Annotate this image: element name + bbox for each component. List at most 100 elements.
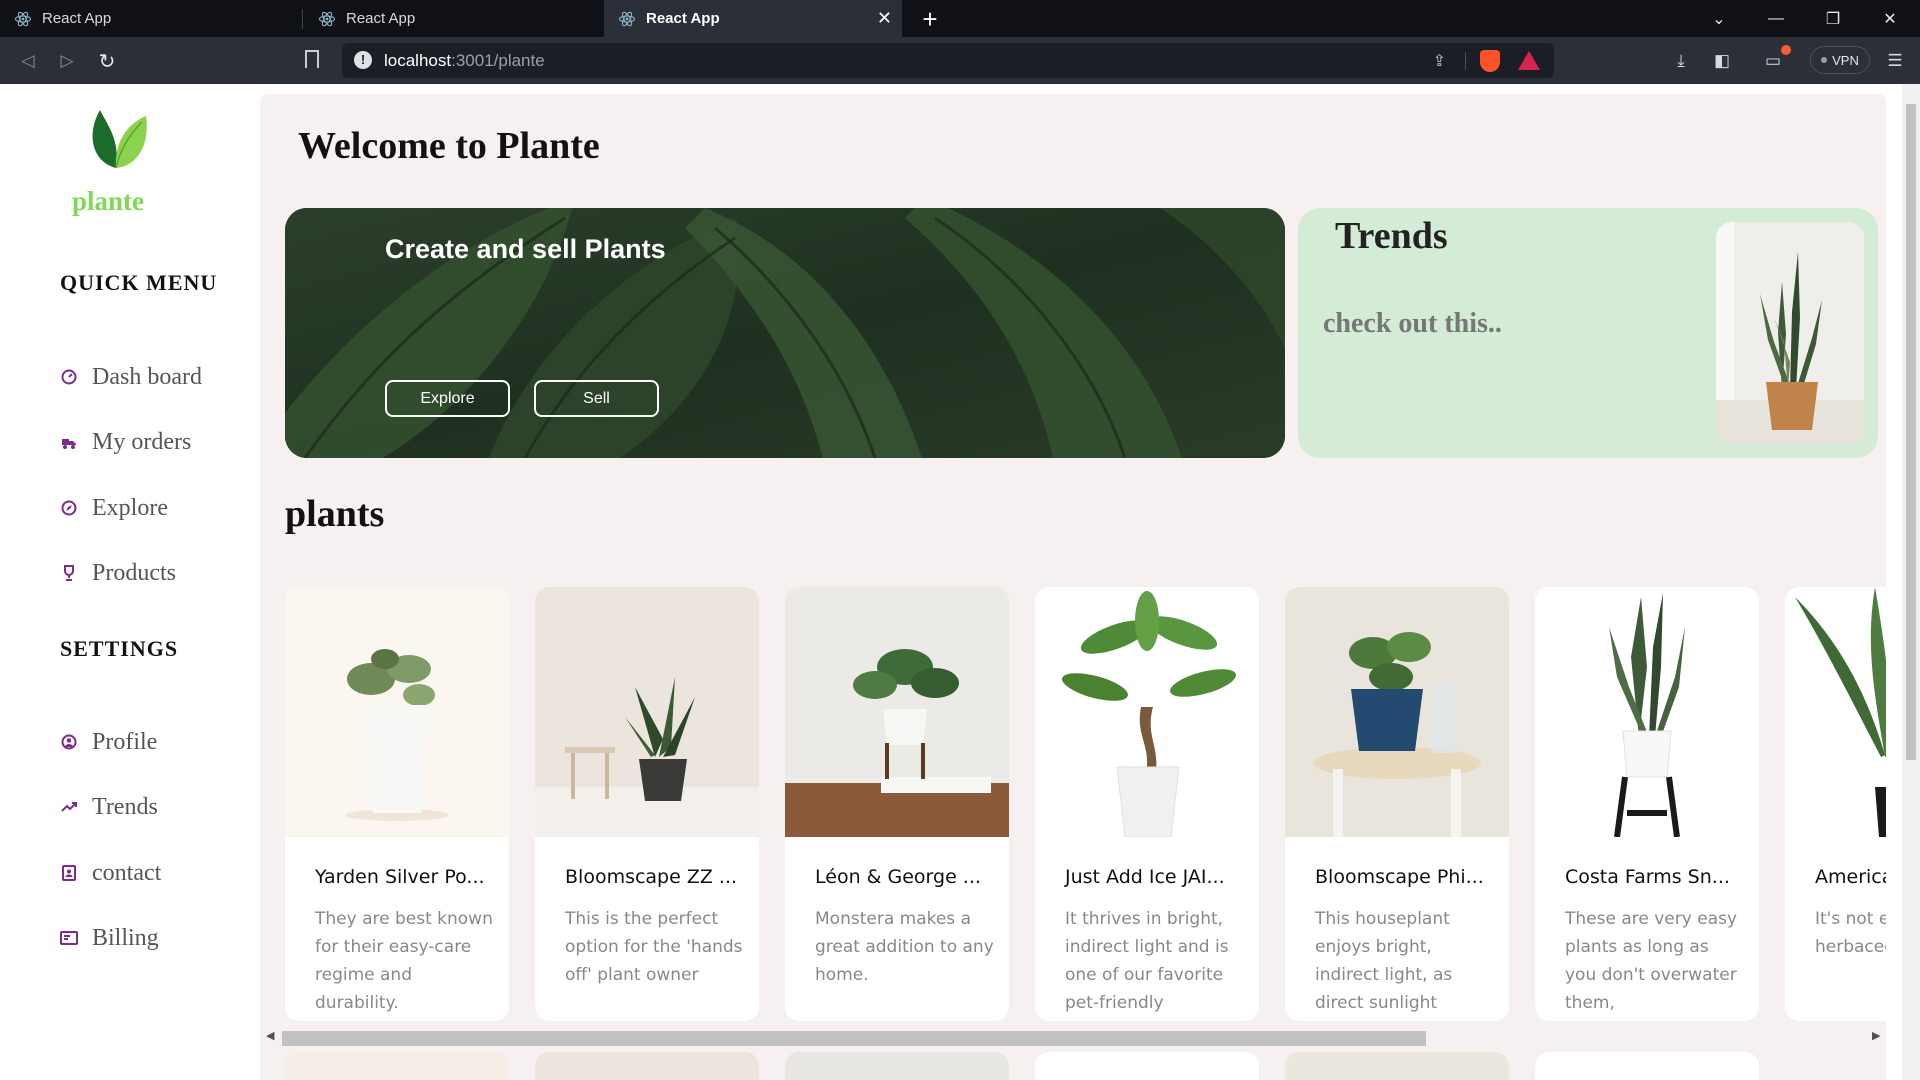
tab-title: React App <box>346 10 416 27</box>
scroll-left-icon[interactable]: ◀ <box>266 1029 274 1042</box>
trends-subtitle: check out this.. <box>1323 308 1502 339</box>
page-title: Welcome to Plante <box>298 125 600 167</box>
plante-logo-icon[interactable] <box>86 104 148 172</box>
sidebar-item-billing[interactable]: Billing <box>60 923 159 953</box>
sidebar-item-contact[interactable]: contact <box>60 858 161 888</box>
forward-icon[interactable]: ▷ <box>53 47 81 75</box>
browser-tab-active[interactable]: React App ✕ <box>604 0 902 37</box>
plant-card[interactable]: Léon & George ... Monstera makes a great… <box>785 587 1009 1021</box>
trends-card[interactable]: Trends check out this.. <box>1298 208 1878 458</box>
site-info-icon[interactable]: ! <box>354 51 372 69</box>
tab-search-chevron-icon[interactable]: ⌄ <box>1696 0 1742 37</box>
share-icon[interactable]: ⇪ <box>1433 51 1446 71</box>
sidebar-toggle-icon[interactable]: ◧ <box>1709 48 1735 74</box>
plant-name: Costa Farms Sn... <box>1565 866 1730 888</box>
plant-card-partial[interactable] <box>1535 1052 1759 1080</box>
plant-card-list: Yarden Silver Po... They are best known … <box>285 587 1886 1023</box>
sell-button[interactable]: Sell <box>534 380 659 417</box>
bookmark-icon[interactable] <box>305 50 319 68</box>
plant-card-partial[interactable] <box>535 1052 759 1080</box>
notification-badge <box>1781 45 1791 55</box>
brave-rewards-icon[interactable] <box>1518 51 1540 70</box>
billing-icon <box>60 929 78 947</box>
vertical-scroll-thumb[interactable] <box>1906 104 1916 760</box>
new-tab-button[interactable]: + <box>915 4 945 34</box>
plant-name: Just Add Ice JAI... <box>1065 866 1225 888</box>
plant-description: These are very easy plants as long as yo… <box>1565 909 1738 1013</box>
sidebar-item-label: contact <box>92 859 162 886</box>
sidebar-item-trends[interactable]: Trends <box>60 792 158 822</box>
plant-description: It's not e the hardy herbaceo perennia <box>1815 909 1886 957</box>
sidebar-item-products[interactable]: Products <box>60 558 176 588</box>
sidebar-item-my-orders[interactable]: My orders <box>60 427 191 457</box>
url-text[interactable]: localhost:3001/plante <box>384 51 545 71</box>
compass-icon <box>60 499 78 517</box>
reload-icon[interactable]: ↻ <box>93 47 121 75</box>
close-window-button[interactable]: ✕ <box>1867 0 1913 37</box>
sidebar-item-label: Billing <box>92 924 159 951</box>
brand-name: plante <box>72 186 145 216</box>
tab-separator <box>302 9 303 29</box>
plant-card[interactable]: Costa Farms Sn... These are very easy pl… <box>1535 587 1759 1021</box>
browser-tab[interactable]: React App <box>304 0 602 37</box>
plant-name: Léon & George ... <box>815 866 981 888</box>
hero-banner: Create and sell Plants Explore Sell <box>285 208 1285 458</box>
tab-title: React App <box>42 10 112 27</box>
address-bar[interactable]: ! localhost:3001/plante ⇪ <box>342 43 1554 78</box>
plant-card[interactable]: America It's not e the hardy herbaceo pe… <box>1785 587 1886 1021</box>
plant-image <box>785 587 1009 837</box>
next-plant-row <box>285 1052 1886 1080</box>
sidebar-item-dashboard[interactable]: Dash board <box>60 362 202 392</box>
download-icon[interactable]: ⤓ <box>1668 48 1694 74</box>
sidebar-item-label: Explore <box>92 494 168 521</box>
menu-icon[interactable]: ☰ <box>1882 48 1908 74</box>
plant-image <box>535 587 759 837</box>
brave-shields-icon[interactable] <box>1480 50 1500 72</box>
minimize-button[interactable]: — <box>1753 0 1799 37</box>
contact-icon <box>60 864 78 882</box>
plant-card-partial[interactable] <box>1285 1052 1509 1080</box>
browser-toolbar: ◁ ▷ ↻ ! localhost:3001/plante ⇪ ⤓ ◧ ▭ VP… <box>0 37 1920 84</box>
plant-card[interactable]: Yarden Silver Po... They are best known … <box>285 587 509 1021</box>
plant-card[interactable]: Just Add Ice JAI... It thrives in bright… <box>1035 587 1259 1021</box>
plant-description: This is the perfect option for the 'hand… <box>565 909 743 985</box>
plant-image <box>1035 587 1259 837</box>
browser-tab[interactable]: React App <box>0 0 300 37</box>
dashboard-icon <box>60 368 78 386</box>
close-tab-icon[interactable]: ✕ <box>877 8 892 29</box>
sidebar-item-label: My orders <box>92 428 192 455</box>
plant-card-partial[interactable] <box>285 1052 509 1080</box>
trophy-icon <box>60 564 78 582</box>
sidebar-item-label: Dash board <box>92 363 202 390</box>
react-icon <box>318 11 336 26</box>
scroll-right-icon[interactable]: ▶ <box>1872 1029 1880 1042</box>
plant-card[interactable]: Bloomscape Phi... This houseplant enjoys… <box>1285 587 1509 1021</box>
plant-image <box>1785 587 1886 837</box>
trend-icon <box>60 798 78 816</box>
vpn-status-dot <box>1821 57 1828 63</box>
snake-plant-image <box>1716 222 1864 444</box>
plant-card-partial[interactable] <box>785 1052 1009 1080</box>
divider <box>1465 52 1466 70</box>
explore-button[interactable]: Explore <box>385 380 510 417</box>
plant-description: They are best known for their easy-care … <box>315 909 493 1013</box>
plant-name: Bloomscape ZZ ... <box>565 866 738 888</box>
sidebar-item-explore[interactable]: Explore <box>60 493 168 523</box>
sidebar-item-label: Products <box>92 559 176 586</box>
plant-card-partial[interactable] <box>1035 1052 1259 1080</box>
plant-name: Yarden Silver Po... <box>315 866 485 888</box>
vpn-button[interactable]: VPN <box>1810 46 1870 74</box>
horizontal-scrollbar[interactable]: ◀ ▶ <box>260 1025 1886 1047</box>
sidebar-item-label: Trends <box>92 793 158 820</box>
profile-icon <box>60 733 78 751</box>
horizontal-scroll-thumb[interactable] <box>282 1031 1426 1046</box>
trends-title: Trends <box>1335 215 1448 257</box>
restore-button[interactable]: ❐ <box>1810 0 1856 37</box>
sidebar-item-profile[interactable]: Profile <box>60 727 157 757</box>
back-icon[interactable]: ◁ <box>14 47 42 75</box>
plant-card[interactable]: Bloomscape ZZ ... This is the perfect op… <box>535 587 759 1021</box>
react-icon <box>618 11 636 26</box>
plant-description: It thrives in bright, indirect light and… <box>1065 909 1229 1013</box>
plant-image <box>1285 587 1509 837</box>
vertical-scrollbar[interactable] <box>1902 84 1920 1080</box>
